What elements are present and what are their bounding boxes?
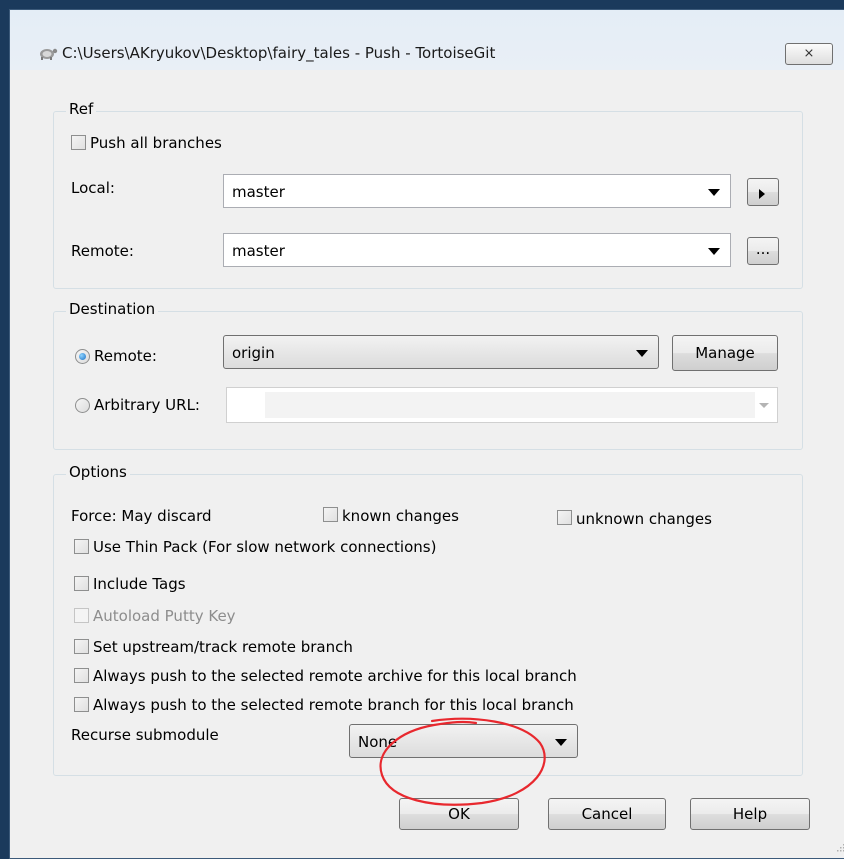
recurse-submodule-value: None bbox=[358, 733, 398, 751]
include-tags-label: Include Tags bbox=[93, 575, 186, 593]
always-push-archive-label: Always push to the selected remote archi… bbox=[93, 667, 577, 685]
browse-remote-branch-button[interactable]: ... bbox=[747, 237, 779, 265]
ref-legend: Ref bbox=[66, 100, 97, 118]
chevron-down-icon bbox=[555, 739, 567, 746]
local-branch-value: master bbox=[232, 183, 285, 201]
known-changes-checkbox[interactable] bbox=[323, 507, 338, 522]
push-dialog: C:\Users\AKryukov\Desktop\fairy_tales - … bbox=[9, 9, 844, 859]
window-title: C:\Users\AKryukov\Desktop\fairy_tales - … bbox=[62, 44, 496, 62]
remote-value: origin bbox=[232, 344, 275, 362]
unknown-changes-checkbox[interactable] bbox=[557, 510, 572, 525]
chevron-down-icon bbox=[708, 248, 720, 255]
play-icon bbox=[759, 189, 765, 199]
arbitrary-url-label: Arbitrary URL: bbox=[94, 396, 200, 414]
chevron-down-icon bbox=[708, 189, 720, 196]
remote-radio-label: Remote: bbox=[94, 347, 157, 365]
thin-pack-checkbox[interactable] bbox=[74, 539, 89, 554]
help-label: Help bbox=[732, 805, 768, 823]
local-branch-combo[interactable]: master bbox=[223, 174, 731, 208]
close-icon: ⨯ bbox=[803, 46, 815, 61]
include-tags-checkbox[interactable] bbox=[74, 576, 89, 591]
always-push-branch-checkbox[interactable] bbox=[74, 697, 89, 712]
force-label: Force: May discard bbox=[71, 507, 212, 525]
push-all-branches-checkbox[interactable] bbox=[71, 135, 86, 150]
always-push-archive-checkbox[interactable] bbox=[74, 668, 89, 683]
ok-button[interactable]: OK bbox=[399, 798, 519, 830]
known-changes-label: known changes bbox=[342, 507, 459, 525]
help-button[interactable]: Help bbox=[690, 798, 810, 830]
tortoisegit-icon bbox=[40, 48, 58, 60]
destination-legend: Destination bbox=[66, 300, 159, 318]
recurse-submodule-label: Recurse submodule bbox=[71, 726, 219, 744]
remote-branch-value: master bbox=[232, 242, 285, 260]
remote-branch-label: Remote: bbox=[71, 242, 134, 260]
browse-label: ... bbox=[755, 240, 771, 258]
options-legend: Options bbox=[66, 463, 130, 481]
push-all-branches-label: Push all branches bbox=[90, 134, 222, 152]
always-push-branch-label: Always push to the selected remote branc… bbox=[93, 696, 574, 714]
set-upstream-checkbox[interactable] bbox=[74, 639, 89, 654]
manage-button[interactable]: Manage bbox=[672, 335, 778, 371]
dialog-body: Ref Push all branches Local: master Remo… bbox=[10, 70, 844, 858]
title-bar: C:\Users\AKryukov\Desktop\fairy_tales - … bbox=[10, 10, 844, 70]
autoload-putty-label: Autoload Putty Key bbox=[93, 607, 236, 625]
thin-pack-label: Use Thin Pack (For slow network connecti… bbox=[93, 538, 437, 556]
autoload-putty-checkbox bbox=[74, 608, 89, 623]
cancel-label: Cancel bbox=[581, 805, 633, 823]
arbitrary-url-combo[interactable] bbox=[226, 387, 778, 423]
remote-branch-combo[interactable]: master bbox=[223, 233, 731, 267]
remote-combo[interactable]: origin bbox=[223, 335, 659, 369]
close-button[interactable]: ⨯ bbox=[785, 43, 833, 65]
manage-label: Manage bbox=[695, 344, 755, 362]
arbitrary-url-radio[interactable] bbox=[75, 398, 90, 413]
chevron-down-icon bbox=[759, 403, 769, 408]
resize-grip-icon[interactable] bbox=[835, 842, 844, 852]
arbitrary-url-input[interactable] bbox=[265, 392, 755, 418]
remote-radio[interactable] bbox=[75, 349, 90, 364]
chevron-down-icon bbox=[636, 350, 648, 357]
unknown-changes-label: unknown changes bbox=[576, 510, 712, 528]
set-upstream-label: Set upstream/track remote branch bbox=[93, 638, 353, 656]
show-log-button[interactable] bbox=[747, 178, 779, 206]
ok-label: OK bbox=[448, 805, 470, 823]
cancel-button[interactable]: Cancel bbox=[548, 798, 666, 830]
recurse-submodule-combo[interactable]: None bbox=[349, 724, 578, 758]
destination-group: Destination bbox=[53, 300, 803, 450]
local-label: Local: bbox=[71, 179, 115, 197]
